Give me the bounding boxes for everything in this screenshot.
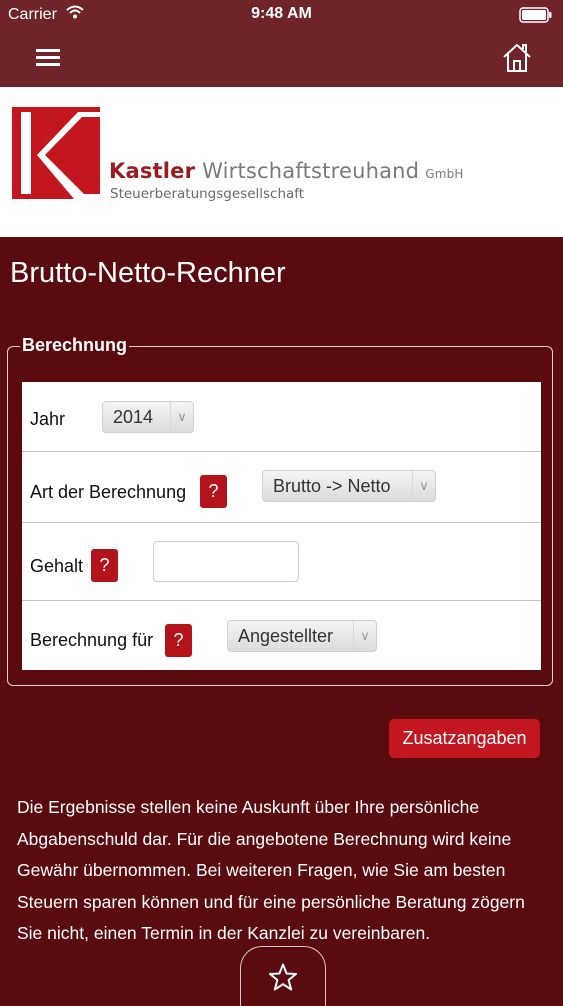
nav-bar <box>0 30 563 87</box>
company-name-rest: Wirtschaftstreuhand <box>202 159 420 183</box>
fuer-help-button[interactable]: ? <box>165 624 192 657</box>
status-time: 9:48 AM <box>251 5 312 22</box>
chevron-down-icon: ∨ <box>412 471 435 501</box>
gehalt-label: Gehalt <box>30 556 84 576</box>
hamburger-menu-icon[interactable] <box>36 48 62 68</box>
jahr-label: Jahr <box>30 409 66 429</box>
form-row-fuer: Berechnung für ? Angestellter ∨ <box>22 601 541 670</box>
form-row-art: Art der Berechnung ? Brutto -> Netto ∨ <box>22 452 541 523</box>
art-label: Art der Berechnung <box>30 482 187 502</box>
page-title: Brutto-Netto-Rechner <box>10 257 286 289</box>
jahr-select-value: 2014 <box>113 407 154 427</box>
chevron-down-icon: ∨ <box>170 402 193 432</box>
kastler-k-logo <box>12 107 100 204</box>
favorite-tab[interactable] <box>240 946 326 1006</box>
status-bar: Carrier 9:48 AM <box>0 0 563 30</box>
art-help-button[interactable]: ? <box>200 475 227 508</box>
logo-banner: Kastler Wirtschaftstreuhand GmbH Steuerbe… <box>0 87 563 237</box>
jahr-select[interactable]: 2014 ∨ <box>102 401 194 433</box>
form-row-jahr: Jahr 2014 ∨ <box>22 382 541 452</box>
zusatzangaben-button[interactable]: Zusatzangaben <box>389 719 540 758</box>
company-name: Kastler Wirtschaftstreuhand GmbH <box>109 159 464 183</box>
company-suffix: GmbH <box>425 167 464 181</box>
fuer-select-value: Angestellter <box>238 626 334 646</box>
fieldset-legend: Berechnung <box>20 335 130 356</box>
form-row-gehalt: Gehalt ? <box>22 523 541 601</box>
company-name-bold: Kastler <box>109 159 196 183</box>
battery-icon <box>519 7 553 28</box>
disclaimer-text: Die Ergebnisse stellen keine Auskunft üb… <box>17 797 525 943</box>
gehalt-help-button[interactable]: ? <box>91 549 118 582</box>
gehalt-input[interactable] <box>153 541 299 582</box>
star-icon <box>269 963 297 991</box>
chevron-down-icon: ∨ <box>353 621 376 651</box>
home-icon[interactable] <box>501 42 533 74</box>
company-subtitle: Steuerberatungsgesellschaft <box>110 186 305 202</box>
art-select-value: Brutto -> Netto <box>273 476 391 496</box>
form-panel: Jahr 2014 ∨ Art der Berechnung ? Brutto … <box>22 382 541 670</box>
art-select[interactable]: Brutto -> Netto ∨ <box>262 470 436 502</box>
fuer-select[interactable]: Angestellter ∨ <box>227 620 377 652</box>
fuer-label: Berechnung für <box>30 630 154 650</box>
